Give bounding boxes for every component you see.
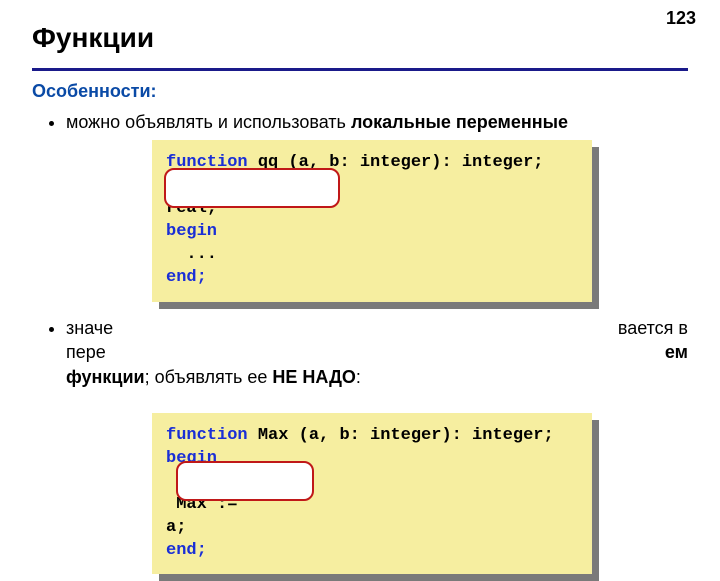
code-block-1: function qq (a, b: integer): integer; va… (152, 140, 592, 302)
bullet-2-l3-bold1: функции (66, 367, 145, 387)
bullet-2-l3-bold2: НЕ НАДО (272, 367, 356, 387)
bullet-1-pre: можно объявлять и использовать (66, 112, 351, 132)
code2-kw-end: end; (166, 541, 207, 560)
bullet-2-l1-left: значе (66, 316, 113, 340)
bullet-2-l2-right: ем (665, 340, 688, 364)
slide: 123 Функции Особенности: можно объявлять… (0, 0, 720, 540)
bullet-2-line3: функции; объявлять ее НЕ НАДО: (66, 365, 688, 389)
section-label: Особенности: (32, 81, 688, 102)
bullet-2: ние, которое является результатом, запис… (66, 316, 688, 575)
bullet-2-l3-end: : (356, 367, 361, 387)
code2-l1b: Max (a, b: integer): integer; (248, 426, 554, 445)
bullet-2-line2: менную, имя которой совпадает с названи … (66, 340, 688, 364)
bullet-1: можно объявлять и использовать локальные… (66, 110, 688, 302)
code1-kw-begin: begin (166, 222, 217, 241)
highlight-box-1 (164, 168, 340, 208)
code1-kw-end: end; (166, 268, 207, 287)
page-number: 123 (666, 8, 696, 29)
code1-l5: ... (166, 245, 217, 264)
code-block-2-wrap: function Max (a, b: integer): integer; b… (152, 413, 592, 575)
highlight-box-2 (176, 461, 314, 501)
title-rule (32, 68, 688, 71)
code-block-1-wrap: function qq (a, b: integer): integer; va… (152, 140, 592, 302)
code2-kw-function: function (166, 426, 248, 445)
bullet-2-line1: ние, которое является результатом, запис… (66, 316, 688, 340)
bullet-2-l3-mid: ; объявлять ее (145, 367, 273, 387)
bullet-1-bold: локальные переменные (351, 112, 568, 132)
bullet-2-l1-right: вается в (618, 316, 688, 340)
code-block-2: function Max (a, b: integer): integer; b… (152, 413, 592, 575)
bullet-2-l2-left: пере (66, 340, 106, 364)
code2-l5: a; (166, 518, 186, 537)
bullet-list: можно объявлять и использовать локальные… (32, 110, 688, 574)
page-title: Функции (32, 22, 688, 58)
